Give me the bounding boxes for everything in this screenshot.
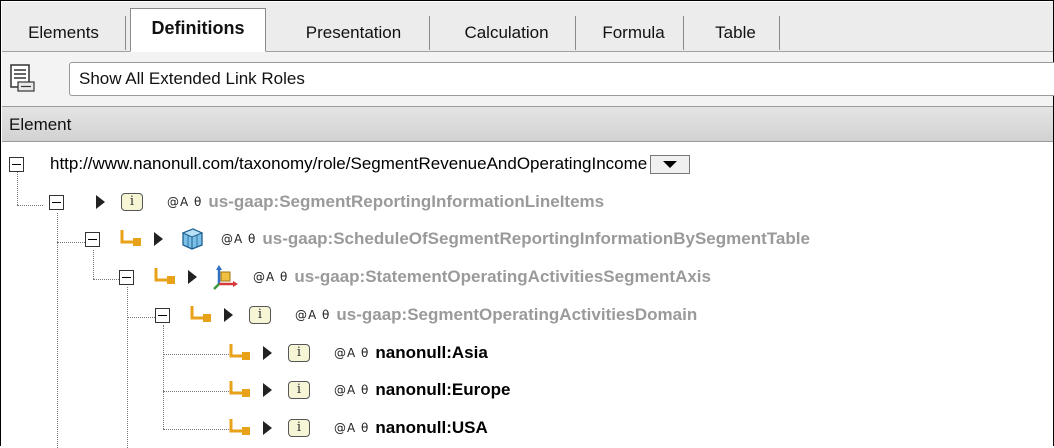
item-icon: i [249, 306, 271, 324]
link-roles-icon[interactable] [8, 63, 36, 93]
tree-line [57, 242, 85, 243]
tree-line [17, 205, 43, 206]
arc-link-icon [229, 419, 250, 435]
element-name: nanonull:Europe [375, 380, 511, 399]
tree-line [163, 354, 229, 355]
tree-row[interactable]: @A θ us-gaap:ScheduleOfSegmentReportingI… [85, 221, 810, 257]
tab-calculation[interactable]: Calculation [438, 16, 576, 50]
tree-line [163, 429, 229, 430]
collapse-icon[interactable] [119, 269, 134, 285]
link-roles-dropdown[interactable]: Show All Extended Link Roles [69, 62, 1054, 96]
element-symbols: @A θ [334, 421, 370, 435]
element-symbols: @A θ [221, 232, 257, 246]
arc-link-icon [120, 230, 141, 246]
tree-line [127, 287, 128, 448]
expand-arrow-icon[interactable] [96, 195, 105, 209]
arc-link-icon [229, 381, 250, 397]
dimension-axis-icon [213, 265, 238, 290]
tree-row[interactable]: i @A θ us-gaap:SegmentReportingInformati… [49, 184, 604, 220]
element-name: nanonull:Asia [375, 343, 488, 362]
expand-arrow-icon[interactable] [263, 346, 272, 360]
item-icon: i [121, 193, 143, 211]
tree-line [163, 325, 164, 429]
element-symbols: @A θ [334, 346, 370, 360]
toolbar: Show All Extended Link Roles [2, 52, 1054, 107]
tab-table[interactable]: Table [692, 16, 780, 50]
tree-row[interactable]: i @A θ nanonull:USA [227, 410, 488, 446]
collapse-icon[interactable] [85, 231, 100, 247]
element-name: nanonull:USA [375, 418, 488, 437]
tree-row[interactable]: i @A θ nanonull:Europe [227, 372, 510, 408]
tree-line [57, 213, 58, 448]
expand-arrow-icon[interactable] [154, 232, 163, 246]
expand-arrow-icon[interactable] [263, 383, 272, 397]
element-name: us-gaap:ScheduleOfSegmentReportingInform… [262, 229, 810, 248]
tree-root-row[interactable]: http://www.nanonull.com/taxonomy/role/Se… [9, 146, 691, 182]
tree-row[interactable]: @A θ us-gaap:StatementOperatingActivitie… [119, 259, 711, 295]
element-symbols: @A θ [295, 308, 331, 322]
expand-arrow-icon[interactable] [188, 270, 197, 284]
expand-arrow-icon[interactable] [224, 308, 233, 322]
tree-line [93, 279, 119, 280]
item-icon: i [288, 419, 310, 437]
element-symbols: @A θ [334, 383, 370, 397]
element-symbols: @A θ [253, 270, 289, 284]
arc-link-icon [190, 306, 211, 322]
arc-link-icon [229, 344, 250, 360]
root-role-uri: http://www.nanonull.com/taxonomy/role/Se… [50, 154, 648, 173]
definitions-window: Elements Definitions Presentation Calcul… [0, 0, 1054, 448]
collapse-icon[interactable] [155, 307, 170, 323]
tab-elements[interactable]: Elements [2, 16, 126, 50]
item-icon: i [288, 344, 310, 362]
tree-line [127, 317, 155, 318]
column-header-element: Element [2, 107, 1053, 142]
collapse-icon[interactable] [9, 156, 24, 172]
tab-formula[interactable]: Formula [584, 16, 684, 50]
tree-row[interactable]: i @A θ us-gaap:SegmentOperatingActivitie… [155, 297, 697, 333]
tab-bar: Elements Definitions Presentation Calcul… [2, 2, 1053, 52]
expand-arrow-icon[interactable] [263, 421, 272, 435]
element-name: us-gaap:SegmentReportingInformationLineI… [208, 192, 605, 211]
hypercube-icon [181, 228, 204, 250]
element-name: us-gaap:StatementOperatingActivitiesSegm… [294, 267, 711, 286]
collapse-icon[interactable] [49, 194, 64, 210]
tab-presentation[interactable]: Presentation [278, 16, 430, 50]
tab-definitions[interactable]: Definitions [130, 8, 266, 52]
item-icon: i [288, 381, 310, 399]
tree-row[interactable]: i @A θ nanonull:Asia [227, 335, 488, 371]
element-name: us-gaap:SegmentOperatingActivitiesDomain [336, 305, 698, 324]
arc-link-icon [154, 268, 175, 284]
element-symbols: @A θ [167, 195, 203, 209]
role-dropdown-button[interactable] [650, 154, 691, 174]
tree-line [163, 391, 229, 392]
